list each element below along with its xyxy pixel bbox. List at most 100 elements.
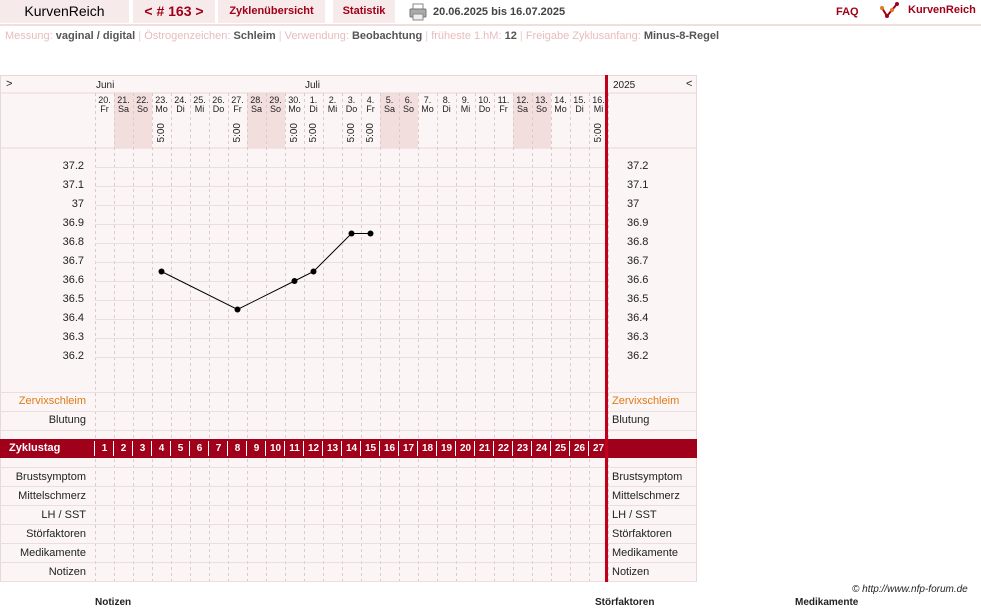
cycle-day-number: 21 xyxy=(478,443,491,454)
cycle-day-number: 19 xyxy=(440,443,453,454)
cycle-day-separator xyxy=(398,441,399,456)
tab-cycle-overview[interactable]: Zyklenübersicht xyxy=(218,0,325,23)
info-separator: | xyxy=(135,30,145,42)
cycle-day-separator xyxy=(170,441,171,456)
day-column-header[interactable]: 12. Sa xyxy=(513,96,532,114)
cycle-day-separator xyxy=(588,441,589,456)
y-tick-label-right: 37.1 xyxy=(627,179,649,191)
info-separator: | xyxy=(422,30,432,42)
prev-cycle-arrow[interactable]: > xyxy=(6,78,12,90)
temperature-point[interactable] xyxy=(291,278,298,284)
weekday-label: Mo xyxy=(421,104,434,114)
y-tick-label-right: 37.2 xyxy=(627,160,649,172)
weekday-label: Do xyxy=(212,104,225,114)
cycle-day-separator xyxy=(455,441,456,456)
weekday-label: Sa xyxy=(516,104,528,114)
weekday-label: Fr xyxy=(499,104,508,114)
cycle-selector[interactable]: < # 163 > xyxy=(133,0,215,23)
cycle-day-number: 18 xyxy=(421,443,434,454)
y-tick-label-left: 36.3 xyxy=(62,331,84,343)
row-label-zervixschleim-right: Zervixschleim xyxy=(612,395,680,407)
cycle-day-label: Zyklustag xyxy=(9,442,61,454)
day-column-header[interactable]: 30. Mo xyxy=(285,96,304,114)
print-icon[interactable] xyxy=(409,3,427,21)
day-column-header[interactable]: 14. Mo xyxy=(551,96,570,114)
day-column-header[interactable]: 26. Do xyxy=(209,96,228,114)
day-column-header[interactable]: 24. Di xyxy=(171,96,190,114)
day-column-header[interactable]: 4. Fr xyxy=(361,96,380,114)
row-label-st-rfaktoren-right: Störfaktoren xyxy=(612,528,672,540)
day-column-header[interactable]: 15. Di xyxy=(570,96,589,114)
cycle-day-number: 14 xyxy=(345,443,358,454)
row-label-notizen-left: Notizen xyxy=(48,566,86,578)
weekday-label: Di xyxy=(575,104,584,114)
cycle-day-separator xyxy=(284,441,285,456)
year-label: 2025 xyxy=(613,80,636,91)
cycle-day-separator xyxy=(94,441,95,456)
day-column-header[interactable]: 27. Fr xyxy=(228,96,247,114)
day-column-header[interactable]: 8. Di xyxy=(437,96,456,114)
cycle-day-number: 3 xyxy=(139,443,146,454)
day-column-header[interactable]: 29. So xyxy=(266,96,285,114)
day-column-header[interactable]: 13. So xyxy=(532,96,551,114)
day-column-header[interactable]: 11. Fr xyxy=(494,96,513,114)
day-column-header[interactable]: 28. Sa xyxy=(247,96,266,114)
day-column-header[interactable]: 21. Sa xyxy=(114,96,133,114)
logo-icon[interactable] xyxy=(880,2,900,20)
day-column-header[interactable]: 1. Di xyxy=(304,96,323,114)
cycle-day-separator xyxy=(341,441,342,456)
day-column-header[interactable]: 10. Do xyxy=(475,96,494,114)
bottom-heading-notes: Notizen xyxy=(95,597,132,608)
day-column-header[interactable]: 25. Mi xyxy=(190,96,209,114)
cycle-day-number: 11 xyxy=(289,443,300,454)
bottom-heading-medication: Medikamente xyxy=(795,597,859,608)
cycle-end-marker xyxy=(605,75,608,582)
app-title-tab[interactable]: KurvenReich xyxy=(0,0,129,23)
y-tick-label-right: 36.3 xyxy=(627,331,649,343)
row-label-medikamente-right: Medikamente xyxy=(612,547,679,559)
cycle-day-separator xyxy=(474,441,475,456)
info-label: früheste 1.hM: xyxy=(431,30,505,42)
weekday-label: Mo xyxy=(288,104,301,114)
day-column-header[interactable]: 20. Fr xyxy=(95,96,114,114)
cycle-day-number: 13 xyxy=(326,443,339,454)
cycle-day-separator xyxy=(151,441,152,456)
day-column-header[interactable]: 22. So xyxy=(133,96,152,114)
day-column-header[interactable]: 9. Mi xyxy=(456,96,475,114)
faq-link[interactable]: FAQ xyxy=(836,6,859,18)
temperature-point[interactable] xyxy=(367,230,374,237)
y-tick-label-left: 37 xyxy=(71,198,84,210)
copyright-link[interactable]: © http://www.nfp-forum.de xyxy=(852,584,968,595)
logo-text[interactable]: KurvenReich xyxy=(908,4,976,16)
y-tick-label-right: 36.6 xyxy=(627,274,649,286)
day-column-header[interactable]: 3. Do xyxy=(342,96,361,114)
cycle-day-separator xyxy=(189,441,190,456)
cycle-day-separator xyxy=(265,441,266,456)
cycle-day-separator xyxy=(322,441,323,456)
chart-grid xyxy=(0,92,697,582)
day-column-header[interactable]: 5. Sa xyxy=(380,96,399,114)
info-value: 12 xyxy=(504,30,517,42)
measurement-time: 5:00 xyxy=(289,123,300,143)
temperature-point[interactable] xyxy=(310,268,317,275)
tab-statistics[interactable]: Statistik xyxy=(333,0,395,23)
y-tick-label-left: 36.5 xyxy=(62,293,84,305)
cycle-day-number: 23 xyxy=(516,443,529,454)
info-label: Östrogenzeichen: xyxy=(144,30,234,42)
weekday-label: So xyxy=(136,104,148,114)
temperature-point[interactable] xyxy=(348,230,355,237)
day-column-header[interactable]: 7. Mo xyxy=(418,96,437,114)
day-column-header[interactable]: 2. Mi xyxy=(323,96,342,114)
temperature-point[interactable] xyxy=(234,306,241,313)
cycle-day-number: 1 xyxy=(101,443,108,454)
cycle-day-number: 4 xyxy=(158,443,165,454)
cycle-day-number: 16 xyxy=(383,443,396,454)
weekday-label: Di xyxy=(176,104,185,114)
next-cycle-arrow[interactable]: < xyxy=(686,78,692,90)
temperature-point[interactable] xyxy=(158,268,165,275)
row-label-st-rfaktoren-left: Störfaktoren xyxy=(26,528,86,540)
row-label-blutung-left: Blutung xyxy=(48,414,86,426)
weekday-label: Sa xyxy=(250,104,262,114)
day-column-header[interactable]: 6. So xyxy=(399,96,418,114)
day-column-header[interactable]: 23. Mo xyxy=(152,96,171,114)
